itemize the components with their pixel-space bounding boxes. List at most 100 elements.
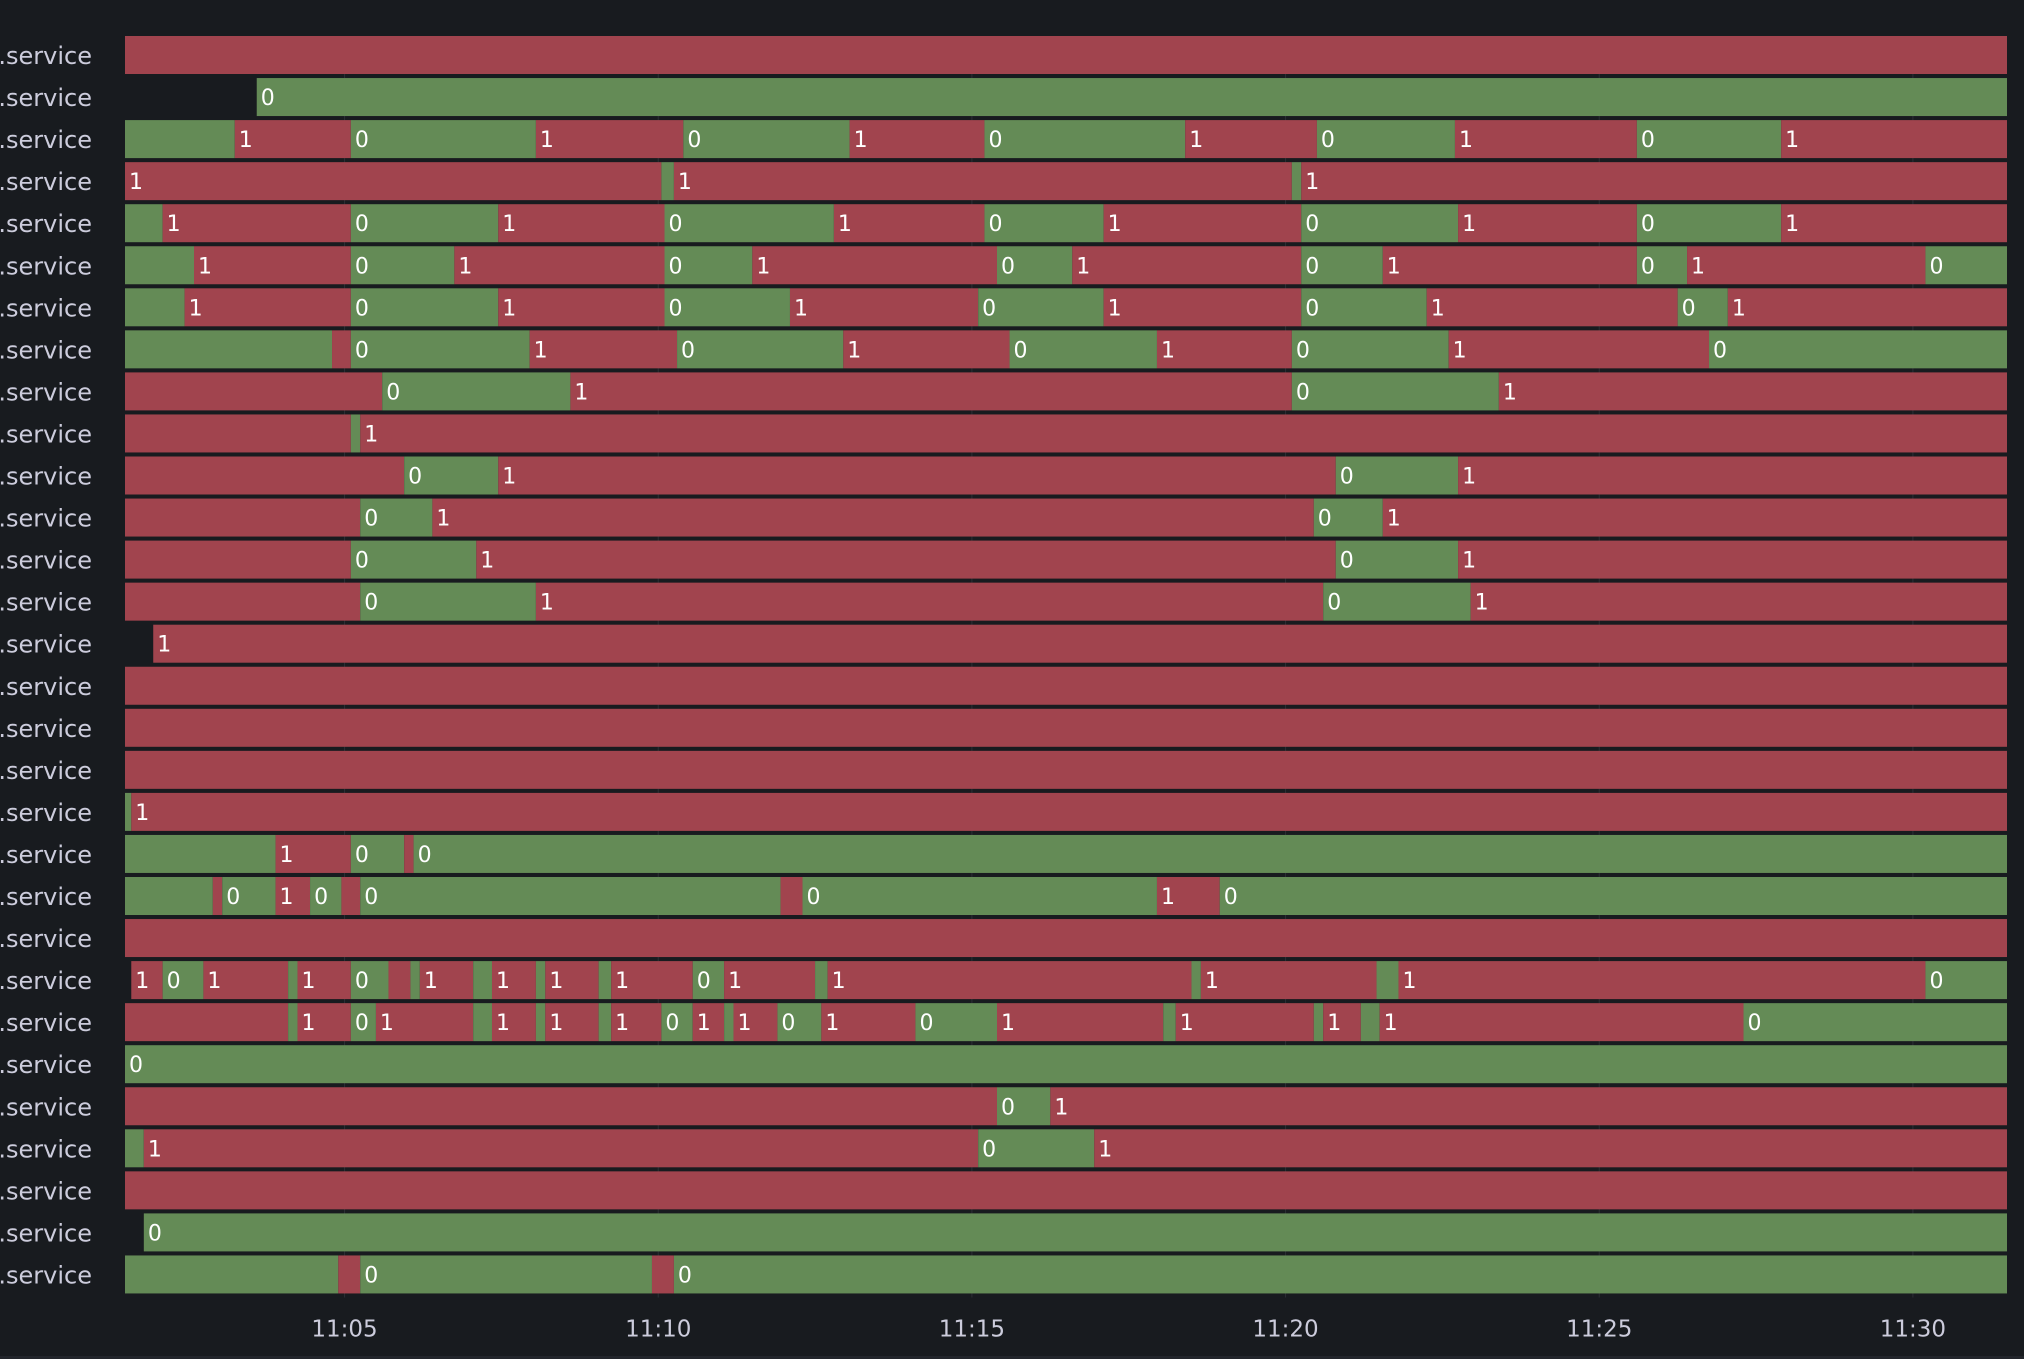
state-segment[interactable]	[125, 792, 132, 831]
state-segment[interactable]	[1426, 288, 1678, 327]
state-segment[interactable]	[1103, 204, 1302, 243]
state-segment[interactable]	[789, 288, 979, 327]
state-segment[interactable]	[125, 1255, 339, 1294]
state-segment[interactable]	[683, 120, 850, 159]
state-segment[interactable]	[473, 961, 492, 1000]
state-segment[interactable]	[1458, 204, 1637, 243]
state-segment[interactable]	[1781, 204, 2007, 243]
state-segment[interactable]	[815, 961, 828, 1000]
state-segment[interactable]	[332, 330, 351, 369]
state-segment[interactable]	[382, 372, 571, 411]
state-segment[interactable]	[1200, 961, 1377, 1000]
state-segment[interactable]	[1335, 456, 1459, 495]
state-segment[interactable]	[570, 372, 1292, 411]
state-segment[interactable]	[360, 877, 781, 915]
state-segment[interactable]	[125, 204, 163, 243]
state-segment[interactable]	[535, 961, 546, 1000]
state-segment[interactable]	[1636, 120, 1782, 159]
state-segment[interactable]	[661, 162, 674, 201]
state-segment[interactable]	[1156, 330, 1292, 369]
state-segment[interactable]	[432, 498, 1314, 537]
state-segment[interactable]	[724, 1003, 734, 1042]
state-segment[interactable]	[498, 288, 665, 327]
state-segment[interactable]	[1448, 330, 1710, 369]
state-segment[interactable]	[125, 750, 2007, 789]
state-segment[interactable]	[350, 540, 477, 579]
state-segment[interactable]	[125, 498, 361, 537]
state-segment[interactable]	[1316, 120, 1455, 159]
state-segment[interactable]	[752, 246, 997, 285]
state-segment[interactable]	[350, 120, 536, 159]
state-segment[interactable]	[143, 1213, 2007, 1252]
state-segment[interactable]	[673, 1255, 2007, 1294]
state-segment[interactable]	[350, 288, 499, 327]
state-segment[interactable]	[1009, 330, 1157, 369]
state-segment[interactable]	[1291, 162, 1302, 201]
state-segment[interactable]	[1709, 330, 2007, 369]
state-segment[interactable]	[476, 540, 1336, 579]
state-segment[interactable]	[125, 666, 2007, 705]
state-segment[interactable]	[1398, 961, 1926, 1000]
state-segment[interactable]	[473, 1003, 492, 1042]
state-segment[interactable]	[1687, 246, 1926, 285]
state-segment[interactable]	[1360, 1003, 1380, 1042]
state-segment[interactable]	[677, 330, 844, 369]
state-segment[interactable]	[984, 120, 1186, 159]
state-segment[interactable]	[1291, 372, 1499, 411]
state-segment[interactable]	[404, 834, 414, 873]
state-segment[interactable]	[125, 540, 351, 579]
state-segment[interactable]	[664, 288, 790, 327]
state-segment[interactable]	[288, 961, 298, 1000]
state-segment[interactable]	[1382, 498, 2007, 537]
state-segment[interactable]	[125, 372, 383, 411]
state-segment[interactable]	[498, 204, 665, 243]
state-segment[interactable]	[1175, 1003, 1314, 1042]
state-segment[interactable]	[1301, 162, 2007, 201]
state-segment[interactable]	[1050, 1087, 2007, 1126]
state-segment[interactable]	[1379, 1003, 1744, 1042]
state-segment[interactable]	[1335, 540, 1459, 579]
state-segment[interactable]	[125, 330, 333, 369]
state-segment[interactable]	[535, 582, 1324, 621]
state-segment[interactable]	[360, 414, 2007, 453]
state-segment[interactable]	[125, 877, 213, 915]
state-segment[interactable]	[125, 1045, 2007, 1084]
state-segment[interactable]	[125, 834, 276, 873]
state-segment[interactable]	[125, 582, 361, 621]
state-segment[interactable]	[1103, 288, 1302, 327]
state-segment[interactable]	[256, 78, 2007, 117]
state-segment[interactable]	[125, 36, 2007, 74]
state-segment[interactable]	[651, 1255, 674, 1294]
state-segment[interactable]	[125, 708, 2007, 747]
state-segment[interactable]	[1781, 120, 2007, 159]
state-segment[interactable]	[1185, 120, 1317, 159]
state-segment[interactable]	[1636, 204, 1782, 243]
state-segment[interactable]	[1094, 1129, 2007, 1168]
state-segment[interactable]	[1727, 288, 2007, 327]
state-segment[interactable]	[1470, 582, 2007, 621]
state-segment[interactable]	[125, 456, 405, 495]
state-segment[interactable]	[1301, 288, 1427, 327]
state-segment[interactable]	[413, 834, 2007, 873]
state-segment[interactable]	[125, 1003, 289, 1042]
state-segment[interactable]	[1163, 1003, 1176, 1042]
state-segment[interactable]	[664, 204, 834, 243]
state-segment[interactable]	[350, 204, 499, 243]
state-segment[interactable]	[153, 624, 2008, 663]
state-segment[interactable]	[350, 330, 530, 369]
state-segment[interactable]	[388, 961, 411, 1000]
state-segment[interactable]	[1301, 204, 1459, 243]
state-segment[interactable]	[1458, 456, 2007, 495]
state-segment[interactable]	[535, 1003, 546, 1042]
state-segment[interactable]	[996, 1003, 1164, 1042]
state-segment[interactable]	[849, 120, 985, 159]
state-segment[interactable]	[1072, 246, 1302, 285]
state-segment[interactable]	[125, 288, 185, 327]
state-segment[interactable]	[1291, 330, 1449, 369]
state-segment[interactable]	[1376, 961, 1399, 1000]
state-segment[interactable]	[1219, 877, 2007, 915]
state-segment[interactable]	[827, 961, 1192, 1000]
state-segment[interactable]	[978, 288, 1104, 327]
state-segment[interactable]	[125, 414, 351, 453]
state-segment[interactable]	[598, 961, 612, 1000]
